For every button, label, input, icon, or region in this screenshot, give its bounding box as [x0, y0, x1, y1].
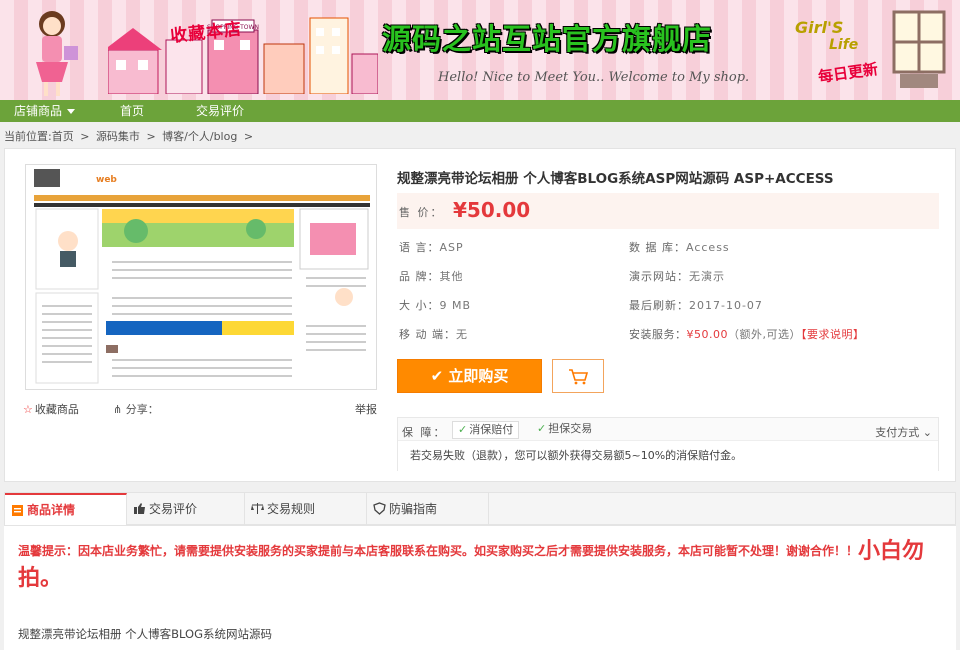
breadcrumb-sep: > [80, 130, 90, 143]
attr-size-value: 9 MB [439, 299, 472, 312]
attr-brand: 品 牌：其他 [399, 268, 464, 284]
guarantee-tag-escrow[interactable]: ✓ 担保交易 [532, 421, 597, 439]
attr-database-label: 数 据 库： [629, 241, 686, 254]
product-actions-row: ☆ 收藏商品 ⋔ 分享： 举报 [23, 401, 377, 417]
breadcrumb-market[interactable]: 源码集市 [96, 130, 140, 143]
nav-home[interactable]: 首页 [120, 100, 144, 122]
attr-mobile: 移 动 端：无 [399, 326, 468, 342]
guarantee-label: 保 障： [402, 426, 447, 439]
guarantee-box: 保 障： ✓ 消保赔付 ✓ 担保交易 支付方式 ⌄ 若交易失败（退款），您可以额外获… [397, 417, 939, 471]
report-link[interactable]: 举报 [355, 401, 377, 417]
shop-nav: 店铺商品 首页 交易评价 [0, 100, 960, 122]
check-icon: ✓ [458, 423, 468, 436]
tab-anti-fraud-label: 防骗指南 [389, 502, 438, 516]
attr-size-label: 大 小： [399, 299, 440, 312]
girls-life-logo: Girl'S Life [795, 18, 858, 53]
attr-size: 大 小：9 MB [399, 297, 471, 313]
product-details-content: 温馨提示：因本店业务繁忙，请需要提供安装服务的买家提前与本店客服联系在购买。如买… [4, 526, 956, 650]
attr-brand-label: 品 牌： [399, 270, 440, 283]
attr-install-price: ¥50.00 [686, 328, 728, 341]
share-button[interactable]: ⋔ 分享： [113, 401, 159, 417]
product-panel: web ☆ 收藏商品 ⋔ 分享： 举报 规整漂亮带论坛相册 个人博客BLOG系统… [4, 148, 956, 482]
install-requirements-link[interactable]: 【要求说明】 [801, 328, 865, 341]
attr-demo-label: 演示网站： [629, 270, 689, 283]
tab-trade-rules[interactable]: 交易规则 [245, 493, 367, 525]
caret-down-icon [67, 109, 76, 114]
product-screenshot: web [26, 165, 376, 389]
product-image[interactable]: web [25, 164, 377, 390]
thumbs-up-icon [134, 503, 145, 514]
thumb-logo-text: web [96, 175, 117, 185]
attr-install-note: （额外,可选） [728, 328, 801, 341]
price-box: 售 价： ¥50.00 [397, 193, 939, 229]
breadcrumb-sep: > [243, 130, 254, 143]
detail-tabs: 商品详情 交易评价 交易规则 防骗指南 [4, 492, 956, 526]
attr-mobile-value: 无 [456, 328, 468, 341]
shop-slogan: Hello! Nice to Meet You.. Welcome to My … [438, 70, 750, 85]
girl-illustration [36, 11, 78, 96]
breadcrumb: 当前位置:首页 > 源码集市 > 博客/个人/blog > [4, 128, 256, 144]
price-label: 售 价： [399, 206, 444, 219]
service-notice: 温馨提示：因本店业务繁忙，请需要提供安装服务的买家提前与本店客服联系在购买。如买… [18, 538, 948, 592]
check-icon: ✓ [537, 422, 547, 435]
shop-banner: SHOPPING TOWN 收藏本店 源码之站互站官方旗舰店 Hello! Ni… [0, 0, 960, 100]
attr-database-value: Access [686, 241, 730, 254]
document-icon [12, 505, 23, 516]
girls-life-line2: Life [829, 37, 859, 53]
buy-now-label: 立即购买 [448, 367, 509, 385]
houses-illustration: SHOPPING TOWN [108, 17, 378, 94]
star-icon: ☆ [23, 403, 33, 416]
attr-brand-value: 其他 [439, 270, 464, 283]
tab-trade-rules-label: 交易规则 [267, 502, 316, 516]
attr-mobile-label: 移 动 端： [399, 328, 456, 341]
tab-reviews-label: 交易评价 [149, 502, 198, 516]
breadcrumb-home[interactable]: 当前位置:首页 [4, 130, 74, 143]
tab-reviews[interactable]: 交易评价 [127, 493, 245, 525]
guarantee-note: 若交易失败（退款），您可以额外获得交易额5~10%的消保赔付金。 [398, 440, 938, 471]
window-illustration [892, 10, 946, 88]
tab-product-details-label: 商品详情 [27, 503, 76, 517]
payment-methods-dropdown[interactable]: 支付方式 ⌄ [875, 424, 932, 440]
breadcrumb-sep: > [146, 130, 156, 143]
attr-language: 语 言：ASP [399, 239, 464, 255]
favorite-product-label: 收藏商品 [34, 403, 79, 416]
nav-reviews[interactable]: 交易评价 [196, 100, 244, 122]
attr-install: 安装服务：¥50.00（额外,可选）【要求说明】 [629, 326, 865, 342]
favorite-product-button[interactable]: ☆ 收藏商品 [23, 401, 79, 417]
attr-language-value: ASP [439, 241, 464, 254]
chevron-down-icon: ⌄ [919, 426, 932, 439]
attr-demo-value: 无演示 [689, 270, 725, 283]
shield-icon [373, 502, 386, 515]
share-icon: ⋔ [113, 403, 126, 416]
attr-refresh-value: 2017-10-07 [689, 299, 763, 312]
breadcrumb-category[interactable]: 博客/个人/blog [162, 130, 237, 143]
attr-refresh: 最后刷新：2017-10-07 [629, 297, 763, 313]
guarantee-tag-escrow-label: 担保交易 [548, 422, 593, 435]
attr-install-label: 安装服务： [629, 328, 687, 341]
share-label: 分享： [125, 403, 159, 416]
add-to-cart-button[interactable] [552, 359, 604, 393]
nav-shop-products[interactable]: 店铺商品 [14, 100, 76, 122]
attr-refresh-label: 最后刷新： [629, 299, 689, 312]
nav-shop-products-label: 店铺商品 [14, 104, 63, 118]
guarantee-tag-compensation-label: 消保赔付 [469, 423, 514, 436]
tab-anti-fraud[interactable]: 防骗指南 [367, 493, 489, 525]
attr-language-label: 语 言： [399, 241, 440, 254]
payment-methods-label: 支付方式 [875, 426, 920, 439]
tab-product-details[interactable]: 商品详情 [5, 493, 127, 525]
scales-icon [251, 503, 264, 514]
buy-now-button[interactable]: ✔ 立即购买 [397, 359, 542, 393]
chevron-down-icon: ✔ [430, 367, 449, 385]
service-notice-text: 温馨提示：因本店业务繁忙，请需要提供安装服务的买家提前与本店客服联系在购买。如买… [18, 544, 859, 558]
cart-icon [569, 369, 589, 385]
price-value: ¥50.00 [453, 198, 531, 222]
attr-database: 数 据 库：Access [629, 239, 730, 255]
product-title: 规整漂亮带论坛相册 个人博客BLOG系统ASP网站源码 ASP+ACCESS [397, 171, 834, 187]
shop-title: 源码之站互站官方旗舰店 [382, 22, 713, 56]
product-description: 规整漂亮带论坛相册 个人博客BLOG系统网站源码 [18, 627, 273, 641]
guarantee-tag-compensation[interactable]: ✓ 消保赔付 [452, 421, 520, 439]
attr-demo: 演示网站：无演示 [629, 268, 725, 284]
girls-life-line1: Girl'S [795, 18, 844, 37]
daily-update-label: 每日更新 [817, 59, 880, 87]
